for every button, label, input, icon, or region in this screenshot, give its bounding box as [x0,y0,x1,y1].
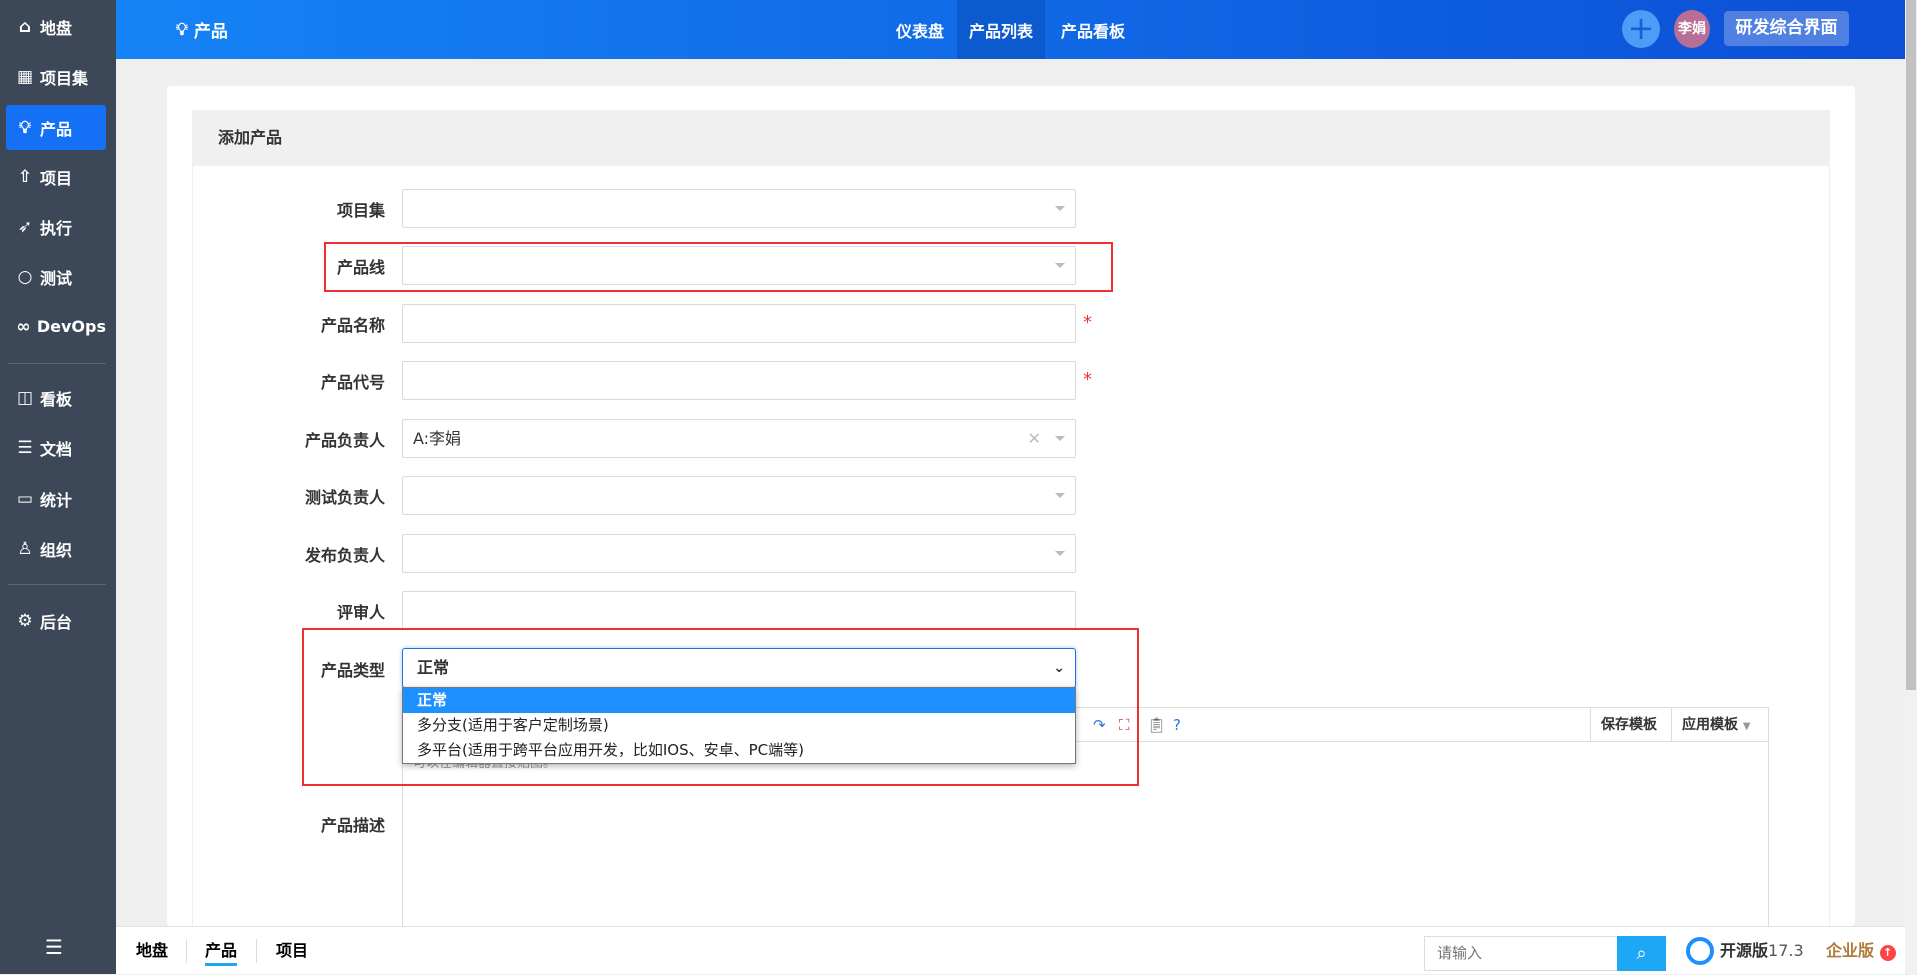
nav-dashboard[interactable]: 仪表盘 [884,0,956,59]
home-icon: ⌂ [18,16,32,37]
avatar[interactable]: 李娟 [1674,10,1710,48]
footer-bar: 地盘 产品 项目 ⌕ 开源版17.3 企业版 ↑ [116,926,1917,974]
search-input[interactable] [1424,936,1618,971]
program-select[interactable] [402,189,1076,228]
product-owner-select[interactable]: A:李娟 ✕ [402,419,1076,458]
sidebar-item-my[interactable]: ⌂ 地盘 [6,4,106,49]
help-icon[interactable]: ? [1173,716,1181,734]
nav-product-list[interactable]: 产品列表 [957,0,1046,59]
zentao-logo-icon [1686,937,1714,965]
clear-icon[interactable]: ✕ [1028,420,1041,457]
menu-toggle-icon[interactable]: ☰ [45,935,63,959]
release-owner-select[interactable] [402,534,1076,573]
env-switch-button[interactable]: 研发综合界面 [1724,11,1849,46]
label-program: 项目集 [336,201,385,220]
sidebar: ⌂ 地盘 ▦ 项目集 💡︎ 产品 ⇧ 项目 ➶ 执行 ○ 测试 ∞ DevOps ◫ 看板 ☰ 文… [0,0,116,974]
label-code: 产品代号 [320,373,385,392]
highlight-box [302,628,1139,786]
caret-down-icon [1055,436,1065,441]
create-plus-button[interactable]: + [1622,10,1660,48]
search-icon: ⌕ [1636,943,1647,964]
caret-down-icon [1055,206,1065,211]
paste-icon[interactable]: 📋︎ [1147,716,1166,734]
apply-template-button[interactable]: 应用模板 ▼ [1671,708,1770,742]
breadcrumb-separator [256,939,257,963]
reviewer-select[interactable] [402,591,1076,630]
users-icon: ♙ [17,538,33,559]
qa-owner-select[interactable] [402,476,1076,515]
required-mark: * [1083,369,1092,390]
product-name-input[interactable] [402,304,1076,343]
sidebar-divider [8,363,106,364]
label-rd: 发布负责人 [304,546,385,565]
edition-label[interactable]: 开源版17.3 [1720,927,1804,975]
breadcrumb-separator [186,939,187,963]
form-title: 添加产品 [192,110,1830,166]
sidebar-item-program[interactable]: ▦ 项目集 [6,54,106,99]
save-template-button[interactable]: 保存模板 [1590,708,1667,742]
sidebar-item-project[interactable]: ⇧ 项目 [6,154,106,199]
highlight-box [324,242,1113,292]
search-button[interactable]: ⌕ [1617,936,1666,971]
sidebar-item-org[interactable]: ♙ 组织 [6,526,106,571]
sidebar-item-qa[interactable]: ○ 测试 [6,254,106,299]
sidebar-item-devops[interactable]: ∞ DevOps [6,304,106,349]
grid-icon: ▦ [16,66,34,87]
label-name: 产品名称 [320,316,385,335]
label-desc: 产品描述 [320,816,385,835]
scrollbar-thumb[interactable] [1906,0,1916,690]
label-po: 产品负责人 [304,431,385,450]
gear-icon: ⚙ [17,610,33,631]
breadcrumb-project[interactable]: 项目 [276,927,308,975]
sidebar-item-execution[interactable]: ➶ 执行 [6,204,106,249]
label-reviewer: 评审人 [336,603,385,622]
page-title: 💡︎ 产品 [176,19,228,43]
infinity-icon: ∞ [16,316,31,337]
doc-icon: ☰ [17,437,33,458]
rocket-icon: ⇧ [17,166,33,187]
run-icon: ➶ [17,216,33,237]
required-mark: * [1083,312,1092,333]
upgrade-arrow-icon: ↑ [1879,945,1896,961]
sidebar-item-admin[interactable]: ⚙ 后台 [6,598,106,643]
sidebar-divider [8,584,106,585]
bulb-icon: 💡︎ [19,117,31,138]
caret-down-icon [1055,551,1065,556]
sidebar-item-doc[interactable]: ☰ 文档 [6,425,106,470]
nav-product-kanban[interactable]: 产品看板 [1049,0,1137,59]
caret-down-icon [1055,493,1065,498]
caret-down-icon: ▼ [1742,721,1751,732]
sidebar-item-kanban[interactable]: ◫ 看板 [6,375,106,420]
search-icon: ○ [17,266,33,287]
label-qd: 测试负责人 [304,488,385,507]
product-code-input[interactable] [402,361,1076,400]
sidebar-item-product[interactable]: 💡︎ 产品 [6,105,106,150]
scrollbar[interactable] [1905,0,1917,974]
enterprise-link[interactable]: 企业版 ↑ [1826,927,1896,975]
sidebar-item-bi[interactable]: ▭ 统计 [6,476,106,521]
top-bar: 💡︎ 产品 仪表盘 产品列表 产品看板 + 李娟 研发综合界面 [116,0,1917,59]
breadcrumb-my[interactable]: 地盘 [136,927,168,975]
kanban-icon: ◫ [16,387,34,408]
chart-icon: ▭ [16,488,34,509]
bulb-icon: 💡︎ [176,19,188,40]
breadcrumb-product[interactable]: 产品 [205,927,238,966]
